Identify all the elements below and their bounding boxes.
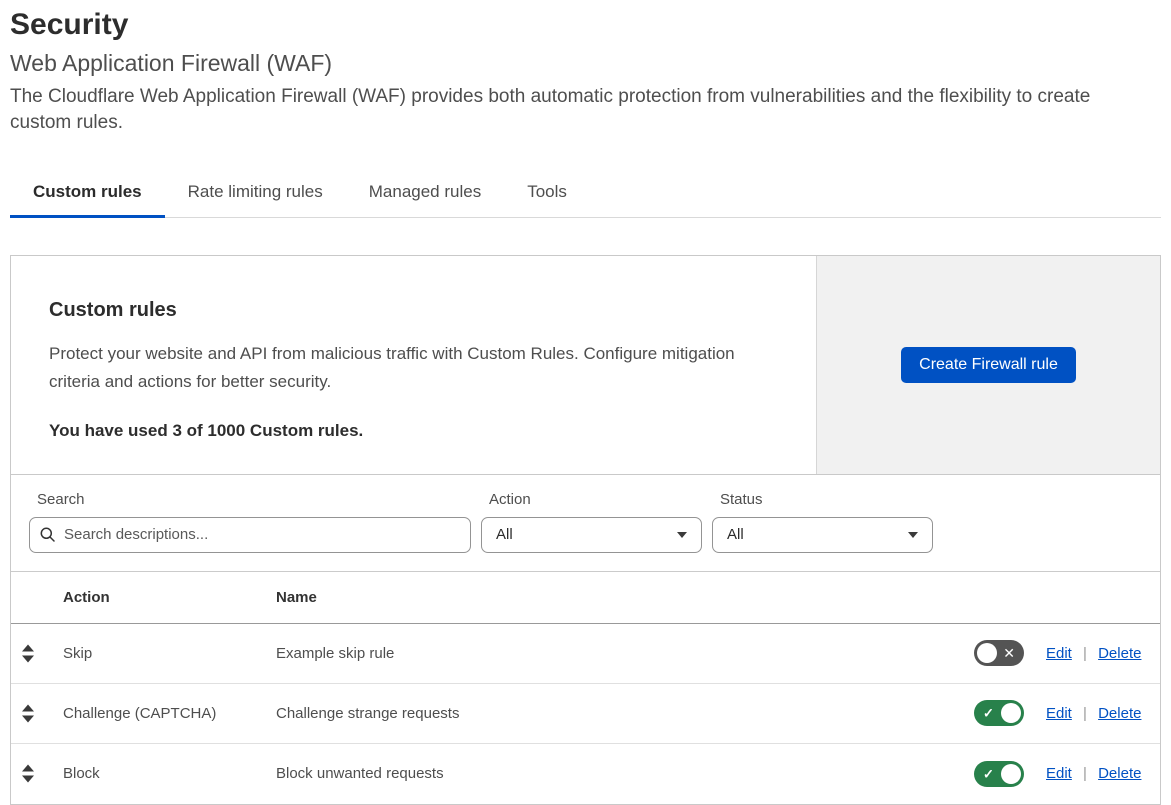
card-title: Custom rules bbox=[49, 299, 177, 322]
rule-enabled-toggle[interactable]: ✓ bbox=[974, 700, 1024, 727]
toggle-knob bbox=[977, 643, 997, 664]
drag-sort-icon[interactable] bbox=[11, 704, 63, 723]
security-page: Security Web Application Firewall (WAF) … bbox=[0, 0, 1171, 805]
tab-managed-rules[interactable]: Managed rules bbox=[346, 169, 504, 217]
edit-link[interactable]: Edit bbox=[1046, 765, 1072, 782]
delete-link[interactable]: Delete bbox=[1098, 765, 1141, 782]
toggle-state-icon: ✓ bbox=[983, 705, 994, 721]
edit-link[interactable]: Edit bbox=[1046, 705, 1072, 722]
filters-row: Search Action All Status All bbox=[11, 475, 1160, 572]
chevron-down-icon bbox=[908, 531, 918, 538]
toggle-state-icon: ✓ bbox=[983, 766, 994, 782]
custom-rules-card: Custom rules Protect your website and AP… bbox=[10, 255, 1161, 805]
rules-table-body: Skip Example skip rule ✕ Edit | Delete C… bbox=[11, 623, 1160, 804]
edit-link[interactable]: Edit bbox=[1046, 645, 1072, 662]
status-filter-value: All bbox=[727, 526, 744, 544]
row-action: Block bbox=[63, 765, 100, 783]
waf-tab-bar: Custom rules Rate limiting rules Managed r… bbox=[10, 169, 1161, 219]
column-header-action: Action bbox=[63, 588, 110, 606]
toggle-state-icon: ✕ bbox=[1003, 645, 1015, 662]
delete-link[interactable]: Delete bbox=[1098, 645, 1141, 662]
row-action: Challenge (CAPTCHA) bbox=[63, 704, 217, 722]
search-label: Search bbox=[37, 490, 85, 508]
card-description: Protect your website and API from malici… bbox=[49, 344, 735, 391]
toggle-knob bbox=[1001, 763, 1021, 784]
table-header-row: Action Name bbox=[11, 572, 1160, 624]
table-row: Block Block unwanted requests ✓ Edit | D… bbox=[11, 743, 1160, 804]
create-rule-panel: Create Firewall rule bbox=[816, 256, 1160, 474]
page-description: The Cloudflare Web Application Firewall … bbox=[10, 86, 1091, 134]
chevron-down-icon bbox=[677, 531, 687, 538]
create-firewall-rule-button[interactable]: Create Firewall rule bbox=[901, 347, 1076, 384]
tab-tools[interactable]: Tools bbox=[504, 169, 590, 217]
row-name: Challenge strange requests bbox=[276, 704, 460, 722]
row-action: Skip bbox=[63, 644, 93, 662]
table-row: Skip Example skip rule ✕ Edit | Delete bbox=[11, 623, 1160, 684]
delete-link[interactable]: Delete bbox=[1098, 705, 1141, 722]
page-title: Security bbox=[10, 8, 129, 41]
row-name: Block unwanted requests bbox=[276, 765, 444, 783]
tab-rate-limiting-rules[interactable]: Rate limiting rules bbox=[165, 169, 346, 217]
magnifier-icon bbox=[40, 527, 55, 543]
toggle-knob bbox=[1001, 703, 1021, 724]
page-subtitle: Web Application Firewall (WAF) bbox=[10, 50, 333, 76]
link-separator: | bbox=[1078, 765, 1092, 783]
table-row: Challenge (CAPTCHA) Challenge strange re… bbox=[11, 683, 1160, 744]
column-header-name: Name bbox=[276, 588, 317, 606]
action-filter-select[interactable]: All bbox=[481, 516, 702, 553]
link-separator: | bbox=[1078, 704, 1092, 722]
status-filter-select[interactable]: All bbox=[712, 516, 933, 553]
drag-sort-icon[interactable] bbox=[11, 644, 63, 663]
search-box bbox=[29, 516, 471, 553]
drag-sort-icon[interactable] bbox=[11, 764, 63, 783]
tab-custom-rules[interactable]: Custom rules bbox=[10, 169, 165, 219]
row-name: Example skip rule bbox=[276, 644, 395, 662]
status-filter-label: Status bbox=[720, 490, 763, 508]
rule-enabled-toggle[interactable]: ✕ bbox=[974, 640, 1024, 667]
action-filter-label: Action bbox=[489, 490, 531, 508]
search-input[interactable] bbox=[62, 525, 460, 545]
usage-count-text: You have used 3 of 1000 Custom rules. bbox=[49, 420, 364, 440]
rule-enabled-toggle[interactable]: ✓ bbox=[974, 760, 1024, 787]
link-separator: | bbox=[1078, 644, 1092, 662]
action-filter-value: All bbox=[496, 526, 513, 544]
custom-rules-header-section: Custom rules Protect your website and AP… bbox=[11, 256, 1160, 475]
